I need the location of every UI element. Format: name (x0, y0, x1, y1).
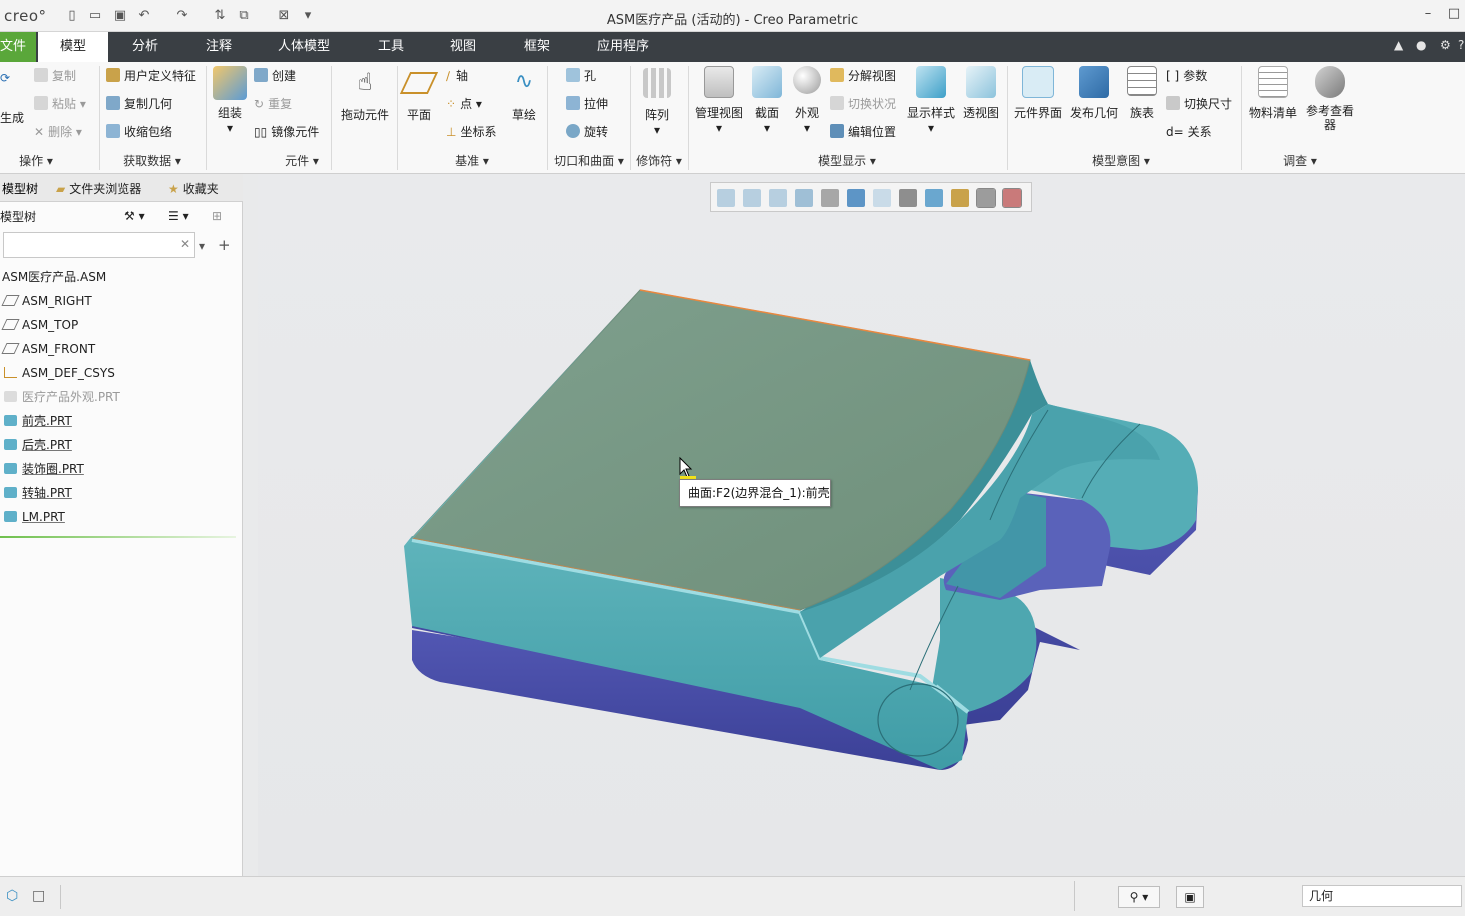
model-viewport-svg (404, 289, 1198, 770)
status-bar: ⬡ □ ⚲ ▾ ▣ 几何 (0, 876, 1465, 916)
browser-toggle-icon[interactable]: □ (32, 886, 45, 906)
navigator-toggle-icon[interactable]: ⬡ (6, 886, 18, 906)
smart-select-icon[interactable]: ▣ (1176, 886, 1204, 908)
selection-filter-select[interactable]: 几何 (1302, 885, 1462, 907)
preselection-tooltip: 曲面:F2(边界混合_1):前壳 (679, 479, 831, 507)
find-icon[interactable]: ⚲ ▾ (1118, 886, 1160, 908)
